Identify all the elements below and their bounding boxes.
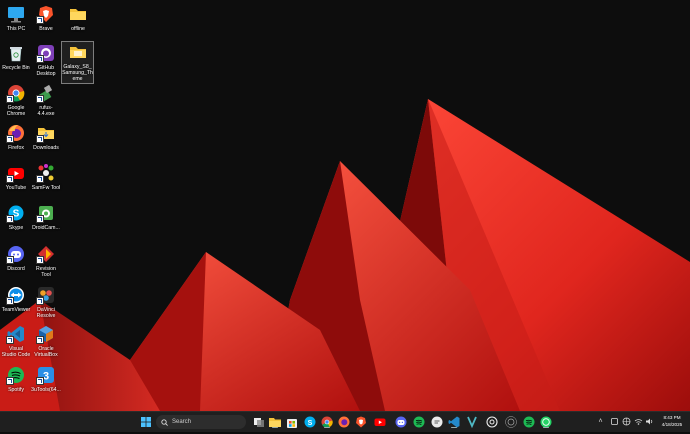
- volume-icon[interactable]: [645, 417, 654, 426]
- rufus-icon: [36, 83, 56, 103]
- chrome-icon[interactable]: [320, 415, 334, 429]
- desktop-icon-this-pc[interactable]: This PC: [1, 4, 31, 32]
- desktop-icon-label: DaVinci Resolve: [36, 307, 56, 319]
- svg-text:S: S: [308, 420, 313, 427]
- desktop-icon-recycle-bin[interactable]: Recycle Bin: [1, 43, 31, 71]
- desktop-icon-label: Skype: [8, 225, 24, 231]
- youtube-icon: [6, 163, 26, 183]
- desktop-icon-label: Discord: [7, 266, 25, 272]
- firefox-icon[interactable]: [337, 415, 351, 429]
- firefox-icon: [6, 123, 26, 143]
- desktop-icon-label: TeamViewer: [1, 307, 31, 313]
- desktop-icon-droidcam[interactable]: DroidCam...: [31, 203, 61, 231]
- desktop-icon-brave[interactable]: Brave: [31, 4, 61, 32]
- desktop-icon-3utools[interactable]: 3 3uTools(64...: [31, 365, 61, 393]
- desktop-icon-label: Firefox: [8, 145, 24, 151]
- desktop-icon-label: YouTube: [5, 185, 27, 191]
- search-icon: [161, 418, 168, 426]
- desktop-icon-label: 3uTools(64...: [31, 387, 61, 393]
- task-view-icon[interactable]: [252, 415, 266, 429]
- store-icon[interactable]: [285, 415, 299, 429]
- spotify-icon[interactable]: [522, 415, 536, 429]
- media-icon[interactable]: [465, 415, 479, 429]
- search-placeholder: Search: [172, 419, 192, 425]
- desktop-icon-samfw-tool[interactable]: SamFw Tool: [31, 163, 61, 191]
- github-icon: [36, 43, 56, 63]
- windows-start-icon[interactable]: [139, 415, 153, 429]
- vscode-icon[interactable]: [447, 415, 461, 429]
- desktop-icon-label: Spotify: [8, 387, 24, 393]
- taskbar-search-box[interactable]: Search: [156, 415, 246, 429]
- desktop-icon-teamviewer[interactable]: TeamViewer: [1, 285, 31, 313]
- spotify-icon: [6, 365, 26, 385]
- brave-icon: [36, 4, 56, 24]
- desktop-icon-label: Recycle Bin: [2, 65, 30, 71]
- desktop-icon-revision-tool[interactable]: Revision Tool: [31, 244, 61, 278]
- 3utools-icon: 3: [36, 365, 56, 385]
- skype-icon[interactable]: S: [303, 415, 317, 429]
- network-icon[interactable]: [622, 417, 631, 426]
- droidcam-icon: [36, 203, 56, 223]
- skype-icon: S: [6, 203, 26, 223]
- desktop-icon-discord[interactable]: Discord: [1, 244, 31, 272]
- folder-icon: [68, 4, 88, 24]
- desktop-icon-label: GitHub Desktop: [36, 65, 56, 77]
- desktop-icon-davinci-resolve[interactable]: DaVinci Resolve: [31, 285, 61, 319]
- desktop-icon-offline[interactable]: offline: [63, 4, 93, 32]
- desktop-icon-github-desktop[interactable]: GitHub Desktop: [31, 43, 61, 77]
- chrome-icon: [6, 83, 26, 103]
- samfw-icon: [36, 163, 56, 183]
- chat-icon[interactable]: [430, 415, 444, 429]
- chevron-up-icon[interactable]: ˄: [596, 417, 605, 426]
- virtualbox-icon: [36, 324, 56, 344]
- wifi-icon[interactable]: [634, 417, 643, 426]
- desktop-icon-label: Galaxy_S8_Samsung_Theme: [62, 64, 93, 82]
- discord-icon[interactable]: [394, 415, 408, 429]
- desktop-icon-galaxy-s8-theme[interactable]: Galaxy_S8_Samsung_Theme: [61, 41, 94, 84]
- desktop-icon-rufus[interactable]: rufus-4.4.exe: [31, 83, 61, 117]
- desktop-icon-virtualbox[interactable]: Oracle VirtualBox: [31, 324, 61, 358]
- desktop-icon-label: Visual Studio Code: [1, 346, 31, 358]
- speaker-settings-icon[interactable]: [610, 417, 619, 426]
- clock-time: 8:43 PM: [663, 415, 681, 420]
- brave-icon[interactable]: [354, 415, 368, 429]
- desktop-icon-spotify[interactable]: Spotify: [1, 365, 31, 393]
- desktop-icon-vscode[interactable]: Visual Studio Code: [1, 324, 31, 358]
- desktop-icon-firefox[interactable]: Firefox: [1, 123, 31, 151]
- desktop-icon-label: This PC: [6, 26, 26, 32]
- monitor-icon: [6, 4, 26, 24]
- discord-icon: [6, 244, 26, 264]
- teamviewer-icon: [6, 285, 26, 305]
- youtube-icon[interactable]: [373, 415, 387, 429]
- vscode-icon: [6, 324, 26, 344]
- whatsapp-icon[interactable]: [539, 415, 553, 429]
- desktop-icon-label: DroidCam...: [32, 225, 60, 231]
- taskbar: Search S ˄ 8:43 PM 4/18/2025: [0, 411, 690, 432]
- desktop-icon-label: SamFw Tool: [31, 185, 61, 191]
- desktop-wallpaper: [0, 0, 690, 411]
- desktop-icon-google-chrome[interactable]: Google Chrome: [1, 83, 31, 117]
- chatgpt-icon[interactable]: [485, 415, 499, 429]
- folder-icon: [36, 123, 56, 143]
- desktop-icon-label: Revision Tool: [36, 266, 56, 278]
- desktop-icon-label: Brave: [39, 26, 53, 32]
- desktop-icon-label: rufus-4.4.exe: [37, 105, 55, 117]
- system-clock[interactable]: 8:43 PM 4/18/2025: [656, 414, 688, 428]
- spotify-icon[interactable]: [412, 415, 426, 429]
- desktop-icon-label: offline: [71, 26, 85, 32]
- desktop-icon-label: Google Chrome: [6, 105, 26, 117]
- recycle-bin-icon: [6, 43, 26, 63]
- desktop-icon-skype[interactable]: S Skype: [1, 203, 31, 231]
- folder-icon: [68, 42, 88, 62]
- file-explorer-icon[interactable]: [268, 415, 282, 429]
- clock-date: 4/18/2025: [661, 422, 683, 427]
- spotify-icon[interactable]: [504, 415, 518, 429]
- davinci-icon: [36, 285, 56, 305]
- revision-tool-icon: [36, 244, 56, 264]
- desktop-icon-downloads[interactable]: Downloads: [31, 123, 61, 151]
- desktop-icon-youtube[interactable]: YouTube: [1, 163, 31, 191]
- desktop-icon-label: Downloads: [33, 145, 59, 151]
- desktop-icon-label: Oracle VirtualBox: [34, 346, 58, 358]
